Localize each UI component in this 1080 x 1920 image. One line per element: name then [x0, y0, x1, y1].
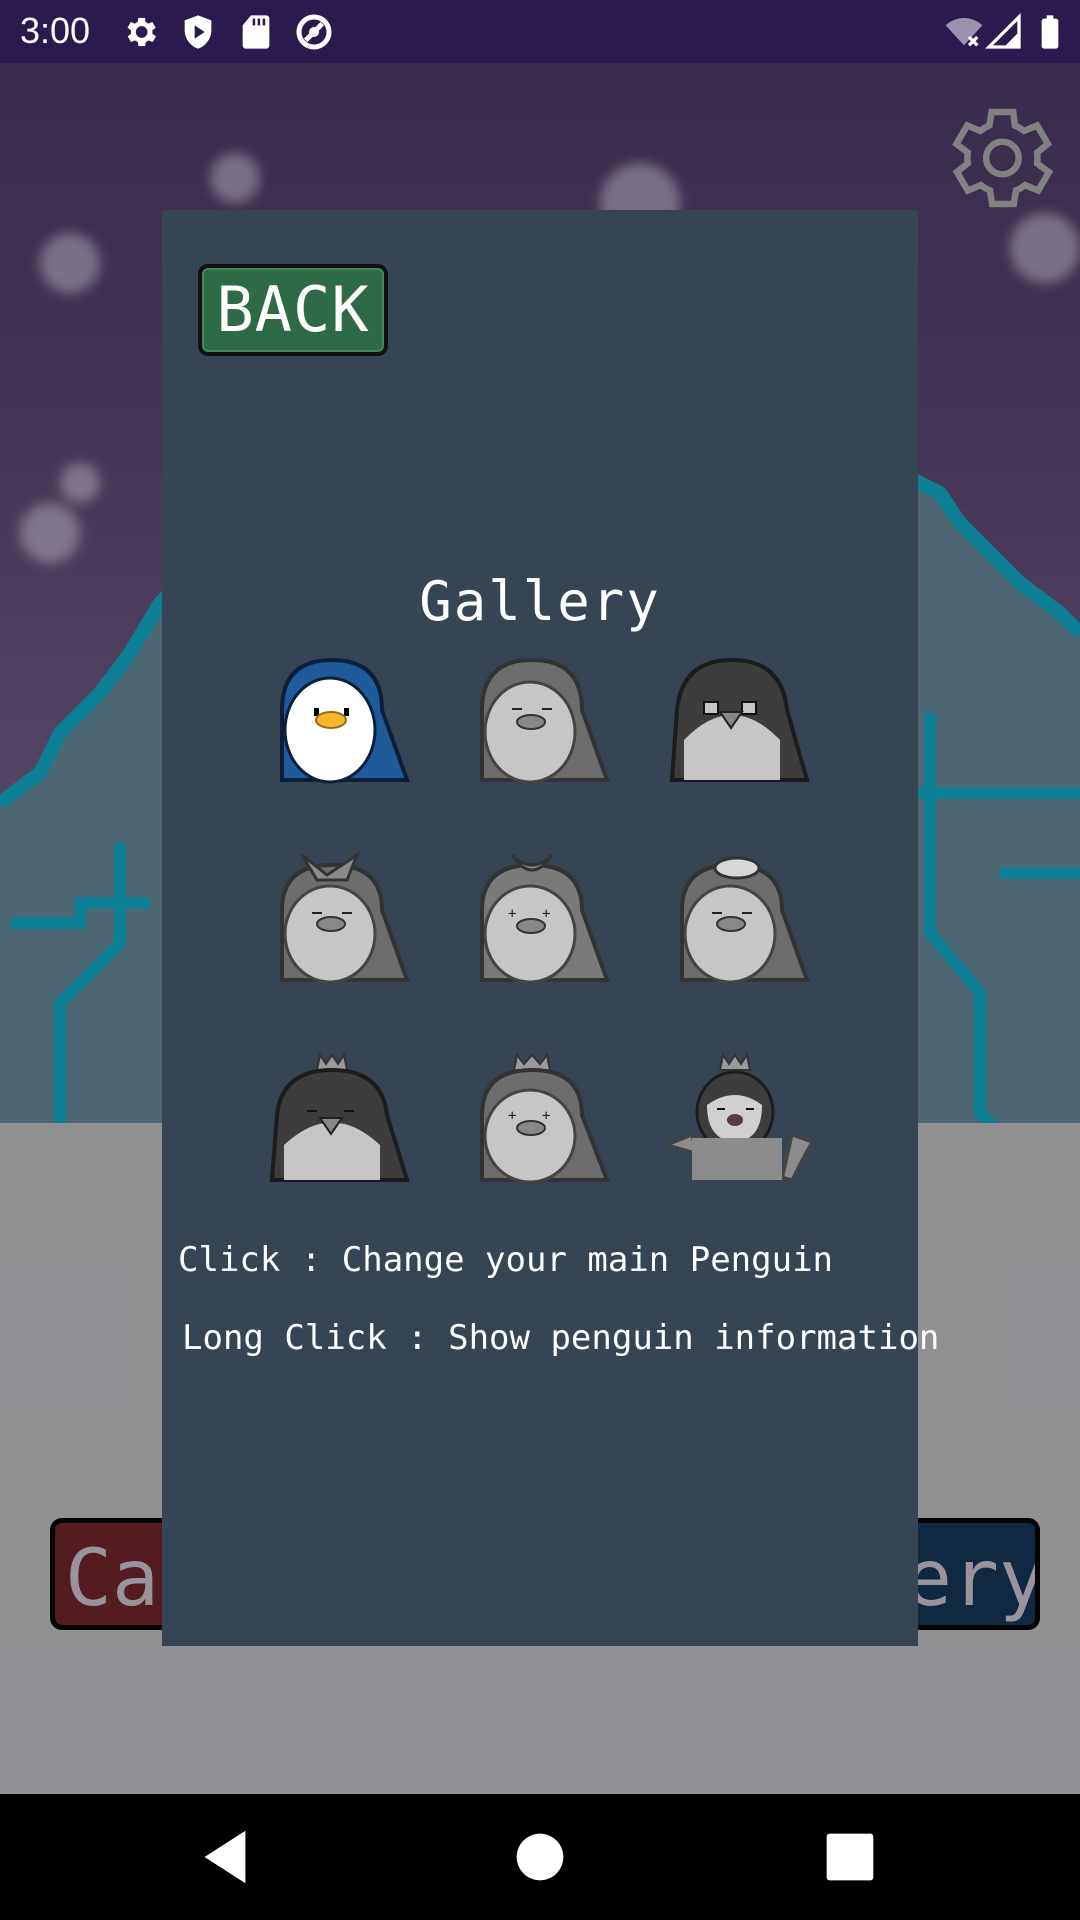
status-time: 3:00	[20, 10, 91, 51]
hint-long-click: Long Click : Show penguin information	[182, 1318, 940, 1358]
gear-icon	[127, 17, 156, 47]
penguin-icon: + +	[480, 853, 610, 984]
do-not-disturb-icon	[296, 14, 332, 50]
gallery-title: Gallery	[419, 570, 661, 633]
hint-click: Click : Change your main Penguin	[178, 1240, 834, 1280]
sd-card-icon	[242, 15, 270, 49]
penguin-icon	[280, 851, 410, 984]
battery-icon	[1041, 15, 1059, 49]
penguin-gray-hooded[interactable]	[462, 650, 612, 790]
penguin-icon	[280, 657, 410, 784]
status-bar: 3:00	[0, 0, 1080, 63]
penguin-icon	[680, 856, 810, 984]
penguin-crown-dark[interactable]	[262, 1050, 412, 1190]
penguin-dark-round[interactable]	[662, 650, 812, 790]
penguin-icon	[480, 657, 610, 784]
signal-icon	[984, 12, 1021, 49]
svg-text:+: +	[542, 1108, 550, 1124]
svg-text:+: +	[508, 906, 516, 922]
nav-bar	[0, 1794, 1080, 1920]
recents-square-icon[interactable]	[815, 1822, 885, 1892]
svg-text:+: +	[508, 1108, 516, 1124]
penguin-sparkle-bow[interactable]: + +	[462, 850, 612, 990]
penguin-crown-baby[interactable]	[662, 1050, 815, 1190]
gallery-dialog: BACK Gallery + + + + Click: Change your…	[162, 210, 939, 1646]
wifi-off-icon	[945, 18, 983, 47]
back-button[interactable]: BACK	[198, 264, 388, 356]
penguin-icon: + +	[480, 1052, 610, 1184]
svg-text:+: +	[542, 906, 550, 922]
penguin-crown-gray[interactable]: + +	[462, 1050, 612, 1190]
penguin-ribbon[interactable]	[262, 850, 412, 990]
back-triangle-icon[interactable]	[190, 1822, 260, 1892]
penguin-icon	[662, 1052, 815, 1182]
penguin-blue-hooded[interactable]	[262, 650, 412, 790]
penguin-icon	[669, 657, 810, 782]
home-circle-icon[interactable]	[505, 1822, 575, 1892]
penguin-icon	[269, 1052, 410, 1182]
shield-play-icon	[184, 15, 212, 49]
penguin-sailor-hat[interactable]	[662, 850, 812, 990]
